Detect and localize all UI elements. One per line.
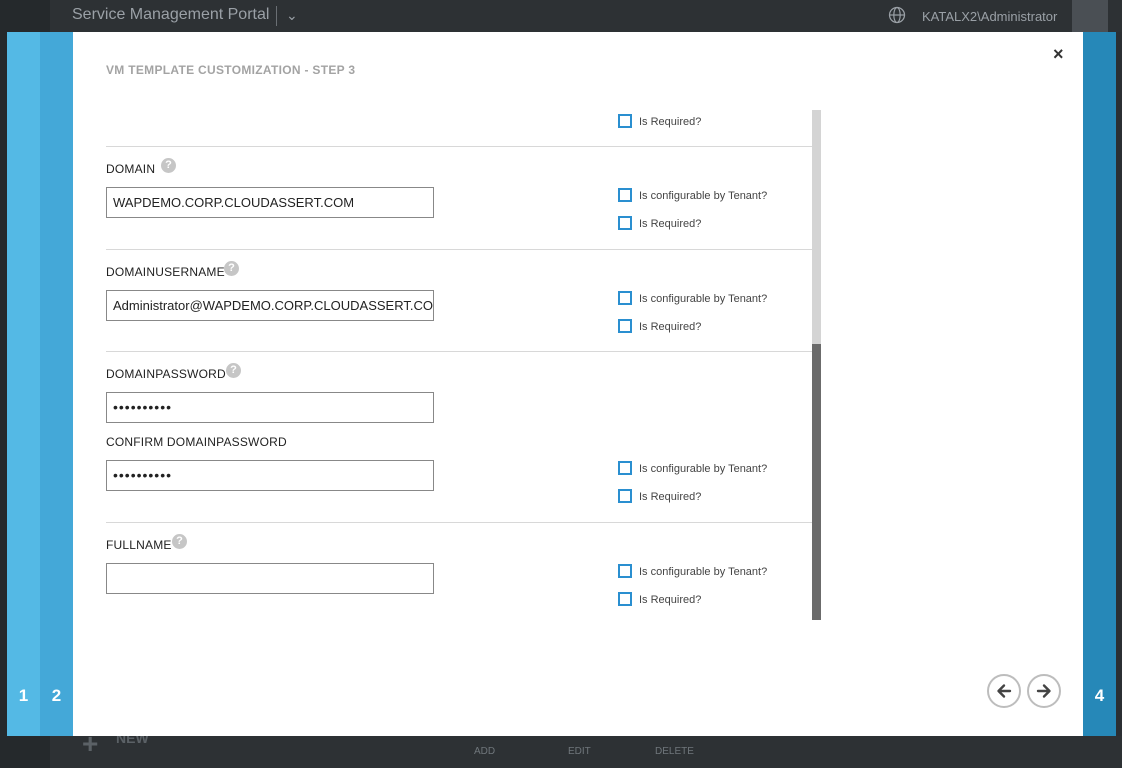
form-scroll-area[interactable]: Is Required? DOMAIN ? WAPDEMO.CORP.CLOUD… [106, 110, 823, 620]
command-bar: + NEW ADD EDIT DELETE [50, 728, 1122, 768]
step-2-label: 2 [51, 686, 62, 705]
fullname-label: FULLNAME [106, 538, 172, 552]
required-checkbox[interactable] [618, 114, 632, 128]
domainusername-required-checkbox[interactable] [618, 319, 632, 333]
domainpassword-required-checkbox[interactable] [618, 489, 632, 503]
step-1-label: 1 [18, 686, 29, 705]
configurable-label: Is configurable by Tenant? [639, 293, 768, 305]
configurable-label: Is configurable by Tenant? [639, 190, 768, 202]
divider [106, 249, 812, 250]
arrow-left-icon [997, 684, 1012, 698]
domainusername-configurable-checkbox[interactable] [618, 291, 632, 305]
help-icon[interactable]: ? [161, 158, 176, 173]
wizard-step-2[interactable]: 2 [40, 32, 73, 736]
divider [106, 522, 812, 523]
domainusername-label: DOMAINUSERNAME [106, 265, 225, 279]
globe-icon[interactable] [888, 6, 906, 24]
wizard-dialog: VM TEMPLATE CUSTOMIZATION - STEP 3 × Is … [73, 32, 1083, 736]
arrow-right-icon [1036, 684, 1051, 698]
divider [106, 146, 812, 147]
domain-configurable-checkbox[interactable] [618, 188, 632, 202]
required-label: Is Required? [639, 491, 702, 503]
required-label: Is Required? [639, 116, 702, 128]
help-icon[interactable]: ? [224, 261, 239, 276]
help-icon[interactable]: ? [172, 534, 187, 549]
dialog-title: VM TEMPLATE CUSTOMIZATION - STEP 3 [106, 63, 356, 77]
edit-button[interactable]: EDIT [568, 746, 591, 757]
confirm-domainpassword-label: CONFIRM DOMAINPASSWORD [106, 435, 287, 449]
required-label: Is Required? [639, 218, 702, 230]
avatar[interactable] [1072, 0, 1108, 32]
scrollbar-thumb[interactable] [812, 344, 821, 620]
help-icon[interactable]: ? [226, 363, 241, 378]
fullname-required-checkbox[interactable] [618, 592, 632, 606]
user-name[interactable]: KATALX2\Administrator [922, 9, 1057, 24]
fullname-input[interactable] [106, 563, 434, 594]
required-label: Is Required? [639, 594, 702, 606]
back-button[interactable] [987, 674, 1021, 708]
domainpassword-label: DOMAINPASSWORD [106, 367, 226, 381]
add-button[interactable]: ADD [474, 746, 495, 757]
domain-label: DOMAIN [106, 162, 156, 176]
fullname-configurable-checkbox[interactable] [618, 564, 632, 578]
delete-button[interactable]: DELETE [655, 746, 694, 757]
portal-title: Service Management Portal [72, 6, 270, 23]
required-label: Is Required? [639, 321, 702, 333]
domain-required-checkbox[interactable] [618, 216, 632, 230]
header-separator [276, 6, 277, 26]
wizard-step-4[interactable]: 4 [1083, 32, 1116, 736]
step-4-label: 4 [1094, 686, 1105, 705]
domainpassword-configurable-checkbox[interactable] [618, 461, 632, 475]
domain-input[interactable]: WAPDEMO.CORP.CLOUDASSERT.COM [106, 187, 434, 218]
chevron-down-icon[interactable]: ⌄ [286, 7, 298, 24]
close-button[interactable]: × [1053, 44, 1064, 65]
divider [106, 351, 812, 352]
portal-header: Service Management Portal ⌄ KATALX2\Admi… [50, 0, 1122, 32]
next-button[interactable] [1027, 674, 1061, 708]
wizard-step-1[interactable]: 1 [7, 32, 40, 736]
confirm-domainpassword-input[interactable]: •••••••••• [106, 460, 434, 491]
configurable-label: Is configurable by Tenant? [639, 566, 768, 578]
domainusername-input[interactable]: Administrator@WAPDEMO.CORP.CLOUDASSERT.C… [106, 290, 434, 321]
domainpassword-input[interactable]: •••••••••• [106, 392, 434, 423]
configurable-label: Is configurable by Tenant? [639, 463, 768, 475]
